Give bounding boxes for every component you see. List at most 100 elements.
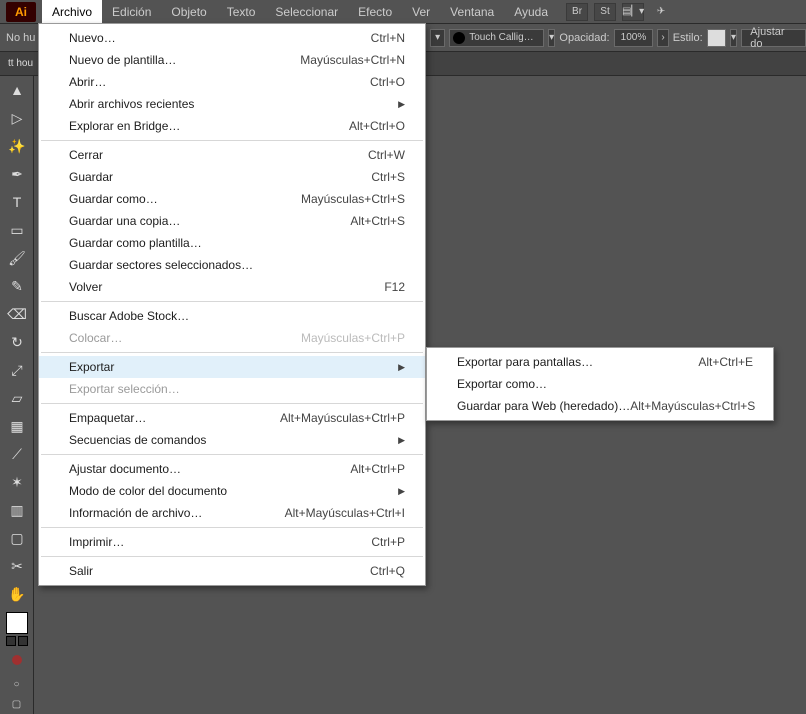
- screen-mode-icon[interactable]: ○: [11, 678, 23, 690]
- menu-item[interactable]: Guardar una copia…Alt+Ctrl+S: [39, 210, 425, 232]
- fill-swatch[interactable]: [6, 612, 28, 634]
- tool-direct-icon[interactable]: ▷: [2, 105, 32, 131]
- menu-item[interactable]: Abrir…Ctrl+O: [39, 71, 425, 93]
- opacity-arrow-icon[interactable]: ›: [657, 29, 668, 47]
- menu-item[interactable]: Exportar▶: [39, 356, 425, 378]
- menu-item[interactable]: Abrir archivos recientes▶: [39, 93, 425, 115]
- menu-item-label: Colocar…: [69, 331, 122, 345]
- tool-slice-icon[interactable]: ✂: [2, 553, 32, 579]
- menu-item[interactable]: SalirCtrl+Q: [39, 560, 425, 582]
- tool-symbol-icon[interactable]: ✶: [2, 469, 32, 495]
- submenu-item[interactable]: Guardar para Web (heredado)…Alt+Mayúscul…: [427, 395, 773, 417]
- brush-selector[interactable]: Touch Callig…: [449, 29, 544, 47]
- menu-shortcut: Alt+Ctrl+P: [350, 462, 405, 476]
- opacity-label: Opacidad:: [559, 32, 609, 44]
- menubar: Ai ArchivoEdiciónObjetoTextoSeleccionarE…: [0, 0, 806, 24]
- arrange-icon[interactable]: ▤▏▾: [622, 3, 644, 21]
- menu-item[interactable]: Secuencias de comandos▶: [39, 429, 425, 451]
- menu-item[interactable]: Guardar como… Mayúsculas+Ctrl+S: [39, 188, 425, 210]
- tool-type-icon[interactable]: T: [2, 189, 32, 215]
- submenu-item[interactable]: Exportar para pantallas…Alt+Ctrl+E: [427, 351, 773, 373]
- menu-item[interactable]: Información de archivo…Alt+Mayúsculas+Ct…: [39, 502, 425, 524]
- tool-rect-icon[interactable]: ▭: [2, 217, 32, 243]
- menu-shortcut: Ctrl+W: [368, 148, 405, 162]
- tool-graph-icon[interactable]: ▥: [2, 497, 32, 523]
- menu-item-label: Nuevo…: [69, 31, 116, 45]
- menu-item[interactable]: Empaquetar…Alt+Mayúsculas+Ctrl+P: [39, 407, 425, 429]
- submenu-arrow-icon: ▶: [398, 435, 405, 446]
- menu-item-label: Guardar como…: [69, 192, 158, 206]
- tool-magic-icon[interactable]: ✨: [2, 133, 32, 159]
- menu-item: Colocar…Mayúsculas+Ctrl+P: [39, 327, 425, 349]
- menu-item-edición[interactable]: Edición: [102, 0, 161, 24]
- menu-item[interactable]: GuardarCtrl+S: [39, 166, 425, 188]
- menu-item-archivo[interactable]: Archivo: [42, 0, 102, 24]
- menu-shortcut: Alt+Mayúsculas+Ctrl+S: [630, 399, 755, 413]
- menu-item-label: Nuevo de plantilla…: [69, 53, 176, 67]
- prop-left-text: No hu: [6, 32, 35, 44]
- dropdown-arrow-icon[interactable]: ▾: [430, 29, 445, 47]
- brush-name: Touch Callig…: [469, 32, 533, 43]
- menu-item[interactable]: Cerrar Ctrl+W: [39, 144, 425, 166]
- menu-item-label: Cerrar: [69, 148, 103, 162]
- menu-shortcut: Ctrl+N: [371, 31, 405, 45]
- menu-item-objeto[interactable]: Objeto: [161, 0, 216, 24]
- tool-eraser-icon[interactable]: ⌫: [2, 301, 32, 327]
- menu-item-label: Guardar: [69, 170, 113, 184]
- menu-item-label: Modo de color del documento: [69, 484, 227, 498]
- opacity-field[interactable]: 100%: [614, 29, 654, 47]
- tool-hand-icon[interactable]: ✋: [2, 581, 32, 607]
- tool-selection-icon[interactable]: ▲: [2, 77, 32, 103]
- menu-item-ver[interactable]: Ver: [402, 0, 440, 24]
- menu-shortcut: Mayúsculas+Ctrl+S: [301, 192, 405, 206]
- tool-eyedropper-icon[interactable]: ⟋: [2, 441, 32, 467]
- menu-item-ayuda[interactable]: Ayuda: [504, 0, 558, 24]
- bridge-icon[interactable]: Br: [566, 3, 588, 21]
- menu-item-ventana[interactable]: Ventana: [440, 0, 504, 24]
- menu-item[interactable]: Nuevo de plantilla…Mayúsculas+Ctrl+N: [39, 49, 425, 71]
- menu-separator: [41, 556, 423, 557]
- submenu-item[interactable]: Exportar como…: [427, 373, 773, 395]
- menu-item[interactable]: Guardar sectores seleccionados…: [39, 254, 425, 276]
- publish-icon[interactable]: ✈: [650, 3, 672, 21]
- style-label: Estilo:: [673, 32, 703, 44]
- tool-pen-icon[interactable]: ✒: [2, 161, 32, 187]
- tool-rotate-icon[interactable]: ↻: [2, 329, 32, 355]
- menu-item-label: Guardar sectores seleccionados…: [69, 258, 253, 272]
- swap-icons[interactable]: [6, 636, 28, 646]
- menu-item[interactable]: Imprimir…Ctrl+P: [39, 531, 425, 553]
- menu-item-efecto[interactable]: Efecto: [348, 0, 402, 24]
- menu-item[interactable]: Explorar en Bridge…Alt+Ctrl+O: [39, 115, 425, 137]
- tool-scale-icon[interactable]: ⤢: [2, 357, 32, 383]
- menu-shortcut: Alt+Mayúsculas+Ctrl+I: [285, 506, 405, 520]
- menu-item-label: Empaquetar…: [69, 411, 146, 425]
- document-tab[interactable]: tt hou: [8, 58, 33, 69]
- menu-shortcut: Ctrl+Q: [370, 564, 405, 578]
- submenu-item-label: Exportar como…: [457, 377, 547, 391]
- menu-shortcut: Alt+Ctrl+E: [698, 355, 753, 369]
- menu-item[interactable]: Guardar como plantilla…: [39, 232, 425, 254]
- tool-brush-icon[interactable]: 🖌: [2, 245, 32, 271]
- color-mode-icon[interactable]: [2, 647, 32, 673]
- screen-mode-icon[interactable]: ▢: [11, 698, 23, 710]
- tool-pencil-icon[interactable]: ✎: [2, 273, 32, 299]
- menu-shortcut: Ctrl+P: [371, 535, 405, 549]
- menu-item[interactable]: Buscar Adobe Stock…: [39, 305, 425, 327]
- menu-item-label: Volver: [69, 280, 102, 294]
- style-dropdown-icon[interactable]: ▾: [730, 29, 738, 47]
- menu-item[interactable]: VolverF12: [39, 276, 425, 298]
- brush-dropdown-icon[interactable]: ▾: [548, 29, 556, 47]
- menu-item[interactable]: Modo de color del documento▶: [39, 480, 425, 502]
- style-swatch[interactable]: [707, 29, 726, 47]
- menu-item-label: Explorar en Bridge…: [69, 119, 180, 133]
- tool-perspective-icon[interactable]: ▱: [2, 385, 32, 411]
- menu-item-label: Abrir…: [69, 75, 106, 89]
- menu-item[interactable]: Ajustar documento…Alt+Ctrl+P: [39, 458, 425, 480]
- menu-item-texto[interactable]: Texto: [217, 0, 266, 24]
- tool-mesh-icon[interactable]: ▦: [2, 413, 32, 439]
- menu-item-seleccionar[interactable]: Seleccionar: [265, 0, 348, 24]
- stock-icon[interactable]: St: [594, 3, 616, 21]
- adjust-button[interactable]: Ajustar do: [741, 29, 806, 47]
- menu-item[interactable]: Nuevo… Ctrl+N: [39, 27, 425, 49]
- tool-artboard-icon[interactable]: ▢: [2, 525, 32, 551]
